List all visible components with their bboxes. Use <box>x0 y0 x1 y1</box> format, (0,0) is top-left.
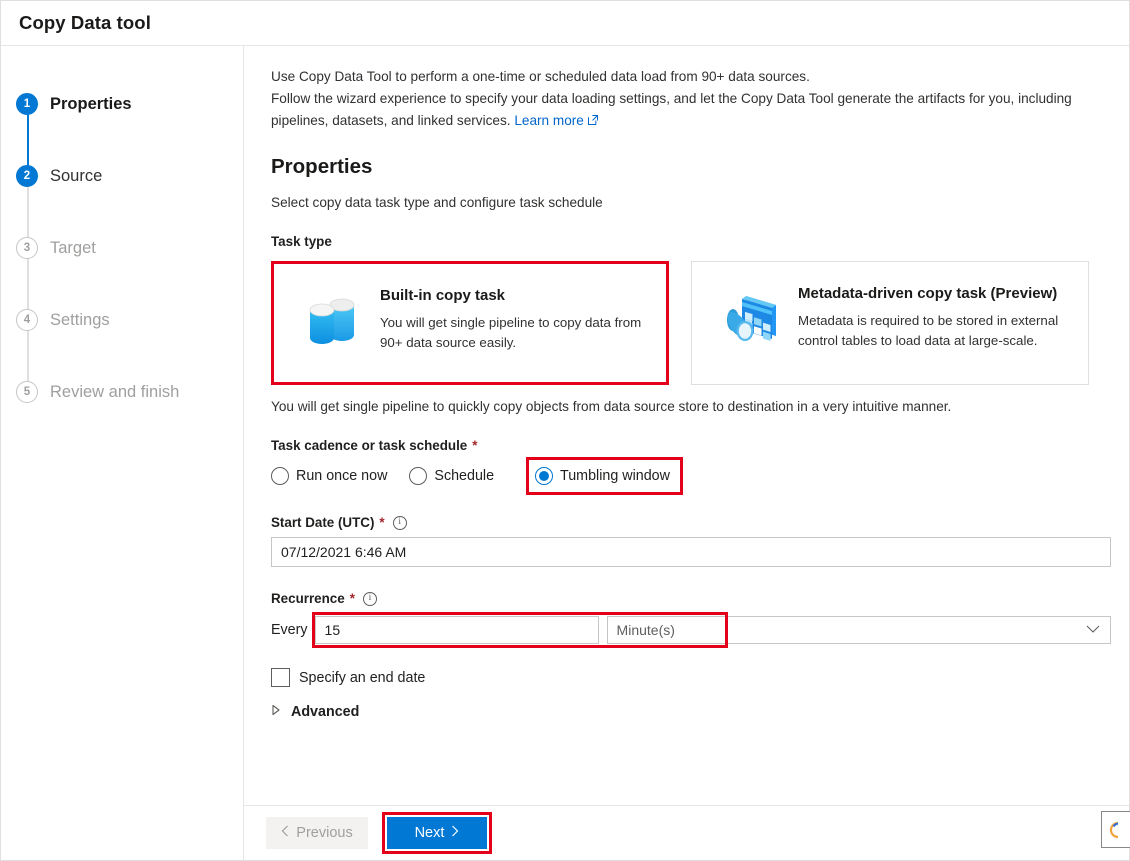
cadence-radio-group: Run once now Schedule Tumbling window <box>271 461 1111 491</box>
recurrence-required-mark: * <box>350 591 355 606</box>
database-copy-icon <box>298 288 366 356</box>
recurrence-label: Recurrence * i <box>271 591 1111 606</box>
start-date-input[interactable]: 07/12/2021 6:46 AM <box>271 537 1111 567</box>
info-icon[interactable]: i <box>363 592 377 606</box>
page-title: Properties <box>271 155 1111 179</box>
recurrence-unit-dropdown-tail[interactable] <box>728 616 1111 644</box>
radio-label: Run once now <box>296 468 387 484</box>
wizard-sidebar: 1 Properties 2 Source 3 Target 4 Setting… <box>1 46 244 860</box>
content-scroll-area: Use Copy Data Tool to perform a one-time… <box>244 46 1129 805</box>
step-number-badge: 5 <box>16 381 38 403</box>
card-title: Built-in copy task <box>380 287 650 304</box>
card-description: Metadata is required to be stored in ext… <box>798 311 1072 350</box>
task-type-cards: Built-in copy task You will get single p… <box>271 261 1111 385</box>
recurrence-highlight: 15 Minute(s) <box>312 612 728 648</box>
card-text-block: Built-in copy task You will get single p… <box>380 286 650 352</box>
main-content: Use Copy Data Tool to perform a one-time… <box>244 46 1129 860</box>
tumbling-window-highlight: Tumbling window <box>526 457 683 495</box>
every-label: Every <box>271 622 308 638</box>
step-number-badge: 1 <box>16 93 38 115</box>
cadence-label: Task cadence or task schedule * <box>271 438 1111 453</box>
card-text-block: Metadata-driven copy task (Preview) Meta… <box>798 284 1072 350</box>
recurrence-unit-dropdown[interactable]: Minute(s) <box>607 616 725 644</box>
sidebar-step-label: Settings <box>50 312 110 329</box>
sidebar-step-label: Properties <box>50 96 132 113</box>
intro-line-1: Use Copy Data Tool to perform a one-time… <box>271 69 810 84</box>
step-number-badge: 2 <box>16 165 38 187</box>
sidebar-step-review-and-finish[interactable]: 5 Review and finish <box>1 356 243 428</box>
recurrence-row: Every 15 Minute(s) <box>271 612 1111 648</box>
copy-data-tool-window: Copy Data tool 1 Properties 2 Source 3 <box>0 0 1130 861</box>
intro-line-2: Follow the wizard experience to specify … <box>271 91 1072 128</box>
step-number-badge: 3 <box>16 237 38 259</box>
chevron-right-icon <box>451 825 459 841</box>
sidebar-step-target[interactable]: 3 Target <box>1 212 243 284</box>
wizard-footer: Previous Next <box>244 805 1129 860</box>
recurrence-interval-value: 15 <box>325 622 341 638</box>
task-type-label: Task type <box>271 234 1111 249</box>
learn-more-link[interactable]: Learn more <box>514 113 599 128</box>
start-date-label: Start Date (UTC) * i <box>271 515 1111 530</box>
previous-label: Previous <box>296 825 352 841</box>
metadata-table-lens-icon <box>716 286 784 354</box>
step-number-badge: 4 <box>16 309 38 331</box>
chevron-down-icon <box>1086 621 1100 639</box>
start-date-value: 07/12/2021 6:46 AM <box>281 544 406 560</box>
radio-run-once-now[interactable]: Run once now <box>271 461 387 491</box>
recurrence-label-text: Recurrence <box>271 591 345 606</box>
sidebar-step-label: Source <box>50 168 102 185</box>
radio-dot <box>271 467 289 485</box>
start-date-label-text: Start Date (UTC) <box>271 515 374 530</box>
card-title: Metadata-driven copy task (Preview) <box>798 285 1072 302</box>
card-metadata-driven-copy-task[interactable]: Metadata-driven copy task (Preview) Meta… <box>691 261 1089 385</box>
metadata-driven-card-wrap: Metadata-driven copy task (Preview) Meta… <box>691 261 1089 385</box>
radio-dot <box>535 467 553 485</box>
cadence-label-text: Task cadence or task schedule <box>271 438 467 453</box>
recurrence-interval-input[interactable]: 15 <box>315 616 599 644</box>
sidebar-step-properties[interactable]: 1 Properties <box>1 68 243 140</box>
start-date-required-mark: * <box>379 515 384 530</box>
radio-label: Tumbling window <box>560 468 670 484</box>
chevron-right-icon <box>271 703 281 721</box>
info-icon[interactable]: i <box>393 516 407 530</box>
task-type-label-text: Task type <box>271 234 332 249</box>
radio-dot <box>409 467 427 485</box>
specify-end-date-checkbox[interactable]: Specify an end date <box>271 668 1111 687</box>
sidebar-step-label: Target <box>50 240 96 257</box>
intro-paragraph: Use Copy Data Tool to perform a one-time… <box>271 66 1111 133</box>
advanced-label: Advanced <box>291 704 359 720</box>
learn-more-label: Learn more <box>514 113 584 128</box>
page-subtitle: Select copy data task type and configure… <box>271 195 1111 210</box>
chevron-left-icon <box>281 825 289 841</box>
external-link-icon <box>587 111 599 133</box>
checkbox-label: Specify an end date <box>299 670 425 686</box>
recurrence-unit-value: Minute(s) <box>617 622 675 638</box>
checkbox-box <box>271 668 290 687</box>
sidebar-step-source[interactable]: 2 Source <box>1 140 243 212</box>
sidebar-step-label: Review and finish <box>50 384 179 401</box>
partial-ring-icon <box>1106 820 1126 840</box>
window-titlebar: Copy Data tool <box>1 1 1129 46</box>
radio-tumbling-window[interactable]: Tumbling window <box>535 461 670 491</box>
task-type-note: You will get single pipeline to quickly … <box>271 399 1111 414</box>
wizard-steps: 1 Properties 2 Source 3 Target 4 Setting… <box>1 68 243 428</box>
card-built-in-copy-task[interactable]: Built-in copy task You will get single p… <box>274 264 666 382</box>
window-body: 1 Properties 2 Source 3 Target 4 Setting… <box>1 46 1129 860</box>
built-in-copy-task-highlight: Built-in copy task You will get single p… <box>271 261 669 385</box>
sidebar-step-settings[interactable]: 4 Settings <box>1 284 243 356</box>
next-button[interactable]: Next <box>387 817 487 849</box>
previous-button[interactable]: Previous <box>266 817 368 849</box>
next-label: Next <box>415 825 445 841</box>
next-button-highlight: Next <box>382 812 492 854</box>
radio-schedule[interactable]: Schedule <box>409 461 494 491</box>
cadence-required-mark: * <box>472 438 477 453</box>
advanced-expander[interactable]: Advanced <box>271 703 1111 721</box>
radio-label: Schedule <box>434 468 494 484</box>
corner-feedback-widget[interactable] <box>1101 811 1130 848</box>
card-description: You will get single pipeline to copy dat… <box>380 313 650 352</box>
window-title: Copy Data tool <box>19 12 151 34</box>
